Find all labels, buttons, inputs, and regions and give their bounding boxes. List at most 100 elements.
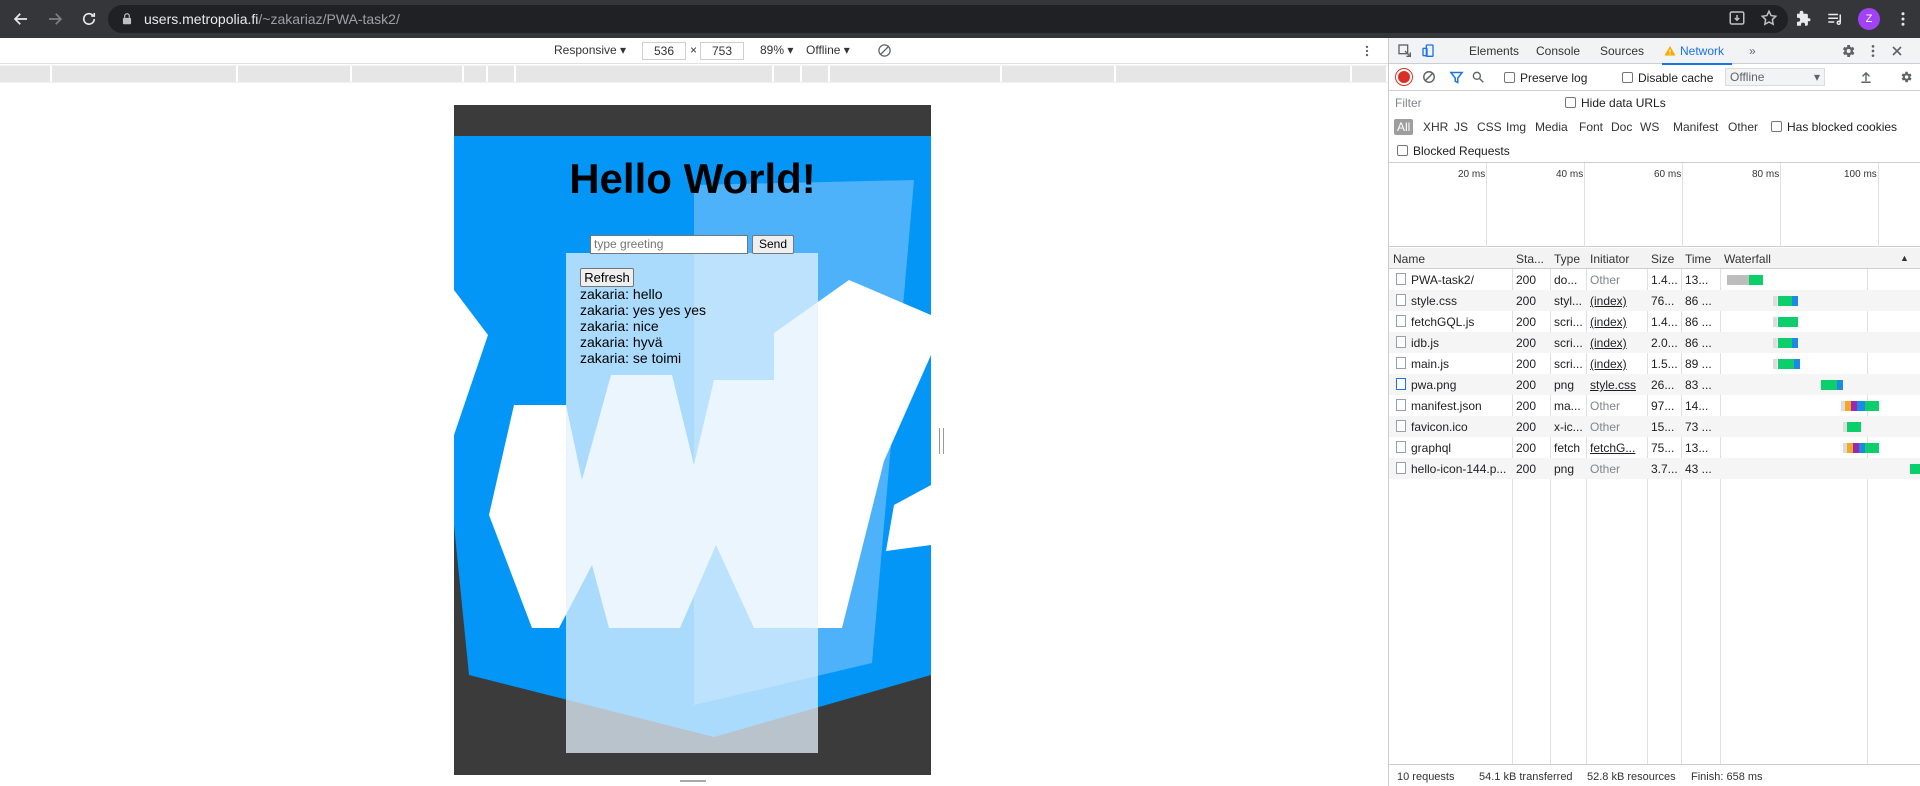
resources-size: 52.8 kB resources [1587, 771, 1676, 783]
message-item: zakaria: yes yes yes [580, 302, 707, 318]
table-row[interactable]: fetchGQL.js 200 scri... (index) 1.4... 86 ... [1389, 311, 1920, 332]
greeting-input[interactable]: type greeting [590, 235, 748, 254]
table-row[interactable]: style.css 200 styl... (index) 76... 86 ... [1389, 290, 1920, 311]
device-height-input[interactable]: 753 [700, 42, 744, 60]
table-row[interactable]: main.js 200 scri... (index) 1.5... 89 ... [1389, 353, 1920, 374]
media-query-ruler[interactable] [0, 65, 1388, 83]
tab-console[interactable]: Console [1536, 44, 1580, 58]
tab-network[interactable]: Network [1661, 44, 1733, 65]
back-icon[interactable] [8, 6, 34, 32]
cell-initiator[interactable]: fetchG... [1590, 441, 1645, 455]
media-control-icon[interactable] [1826, 10, 1844, 28]
inspect-element-icon[interactable] [1397, 43, 1413, 59]
cell-initiator[interactable]: (index) [1590, 357, 1645, 371]
column-header-name[interactable]: Name [1393, 252, 1425, 266]
table-row[interactable]: pwa.png 200 png style.css 26... 83 ... [1389, 374, 1920, 395]
cell-initiator[interactable]: (index) [1590, 315, 1645, 329]
device-toolbar-toggle-icon[interactable] [1421, 43, 1437, 59]
cell-type: ma... [1554, 399, 1581, 413]
waterfall-bar [1727, 275, 1749, 285]
filter-icon[interactable] [1449, 70, 1464, 85]
message-item: zakaria: se toimi [580, 350, 682, 366]
cell-size: 26... [1651, 378, 1675, 392]
type-filter-css[interactable]: CSS [1477, 120, 1502, 134]
refresh-button[interactable]: Refresh [580, 268, 634, 287]
type-filter-other[interactable]: Other [1728, 120, 1758, 134]
table-row[interactable]: PWA-task2/200 do... Other 1.4... 13... [1389, 269, 1920, 290]
cell-size: 1.4... [1651, 315, 1678, 329]
cell-name: manifest.json [1411, 399, 1482, 413]
close-devtools-icon[interactable] [1889, 43, 1905, 59]
send-button[interactable]: Send [752, 235, 794, 254]
rotate-icon[interactable] [877, 43, 892, 58]
device-more-icon[interactable] [1360, 43, 1374, 59]
disable-cache-checkbox[interactable]: Disable cache [1622, 71, 1713, 85]
waterfall-bar [1857, 401, 1865, 411]
settings-gear-icon[interactable] [1840, 43, 1856, 59]
forward-icon[interactable] [42, 6, 68, 32]
type-filter-manifest[interactable]: Manifest [1673, 120, 1718, 134]
column-header-type[interactable]: Type [1554, 252, 1580, 266]
table-row[interactable]: idb.js 200 scri... (index) 2.0... 86 ... [1389, 332, 1920, 353]
table-row[interactable]: graphql 200 fetch fetchG... 75... 13... [1389, 437, 1920, 458]
extensions-icon[interactable] [1794, 10, 1812, 28]
cell-initiator[interactable]: style.css [1590, 378, 1645, 392]
preserve-log-checkbox[interactable]: Preserve log [1504, 71, 1587, 85]
cell-status: 200 [1516, 462, 1537, 476]
profile-avatar[interactable]: Z [1858, 8, 1880, 30]
install-app-icon[interactable] [1728, 9, 1746, 27]
tab-sources[interactable]: Sources [1600, 44, 1644, 58]
clear-icon[interactable] [1422, 70, 1436, 84]
device-resize-handle-bottom[interactable] [680, 780, 706, 782]
zoom-select[interactable]: 89% ▾ [760, 43, 793, 57]
column-header-waterfall[interactable]: Waterfall [1724, 252, 1771, 266]
column-header-status[interactable]: Sta... [1516, 252, 1544, 266]
reload-icon[interactable] [76, 6, 102, 32]
cell-name: pwa.png [1411, 378, 1457, 392]
filter-input[interactable]: Filter [1395, 95, 1555, 112]
type-filter-doc[interactable]: Doc [1611, 120, 1632, 134]
hide-data-urls-checkbox[interactable]: Hide data URLs [1565, 96, 1666, 110]
bookmark-star-icon[interactable] [1760, 9, 1778, 27]
network-settings-icon[interactable] [1899, 70, 1913, 84]
cell-initiator[interactable]: (index) [1590, 336, 1645, 350]
type-filter-js[interactable]: JS [1454, 120, 1468, 134]
type-filter-media[interactable]: Media [1535, 120, 1568, 134]
type-filter-xhr[interactable]: XHR [1423, 120, 1448, 134]
image-file-icon [1396, 378, 1406, 390]
network-throttle-select[interactable]: Offline ▾ [1725, 68, 1825, 86]
chrome-menu-icon[interactable] [1894, 10, 1912, 28]
table-row[interactable]: manifest.json 200 ma... Other 97... 14... [1389, 395, 1920, 416]
throttle-select[interactable]: Offline ▾ [806, 43, 850, 57]
has-blocked-cookies-checkbox[interactable]: Has blocked cookies [1771, 120, 1897, 134]
import-har-icon[interactable] [1859, 70, 1873, 84]
type-filter-img[interactable]: Img [1506, 120, 1526, 134]
devtools-menu-icon[interactable] [1865, 43, 1881, 59]
type-filter-font[interactable]: Font [1579, 120, 1603, 134]
blocked-requests-checkbox[interactable]: Blocked Requests [1397, 144, 1510, 158]
type-filter-all[interactable]: All [1394, 119, 1414, 135]
device-mode-select[interactable]: Responsive ▾ [554, 43, 626, 57]
type-filter-ws[interactable]: WS [1640, 120, 1659, 134]
cell-type: png [1554, 378, 1575, 392]
sort-ascending-icon[interactable]: ▲ [1900, 253, 1909, 263]
column-header-initiator[interactable]: Initiator [1590, 252, 1629, 266]
more-tabs-icon[interactable]: » [1749, 44, 1756, 58]
address-bar[interactable]: users.metropolia.fi/~zakariaz/PWA-task2/ [108, 5, 1788, 33]
table-row[interactable]: favicon.ico 200 x-ic... Other 15... 73 ... [1389, 416, 1920, 437]
table-row[interactable]: hello-icon-144.p... 200 png Other 3.7... 43 .… [1389, 458, 1920, 479]
device-resize-handle-right[interactable] [939, 428, 944, 454]
dimension-separator: × [690, 43, 698, 57]
cell-type: styl... [1554, 294, 1583, 308]
device-width-input[interactable]: 536 [642, 42, 686, 60]
record-icon[interactable] [1398, 71, 1410, 83]
search-icon[interactable] [1471, 70, 1485, 84]
cell-name: graphql [1411, 441, 1452, 455]
column-header-time[interactable]: Time [1685, 252, 1711, 266]
cell-status: 200 [1516, 441, 1537, 455]
lock-icon [122, 13, 132, 25]
column-header-size[interactable]: Size [1651, 252, 1674, 266]
tab-elements[interactable]: Elements [1469, 44, 1519, 58]
cell-time: 14... [1685, 399, 1709, 413]
cell-initiator[interactable]: (index) [1590, 294, 1645, 308]
